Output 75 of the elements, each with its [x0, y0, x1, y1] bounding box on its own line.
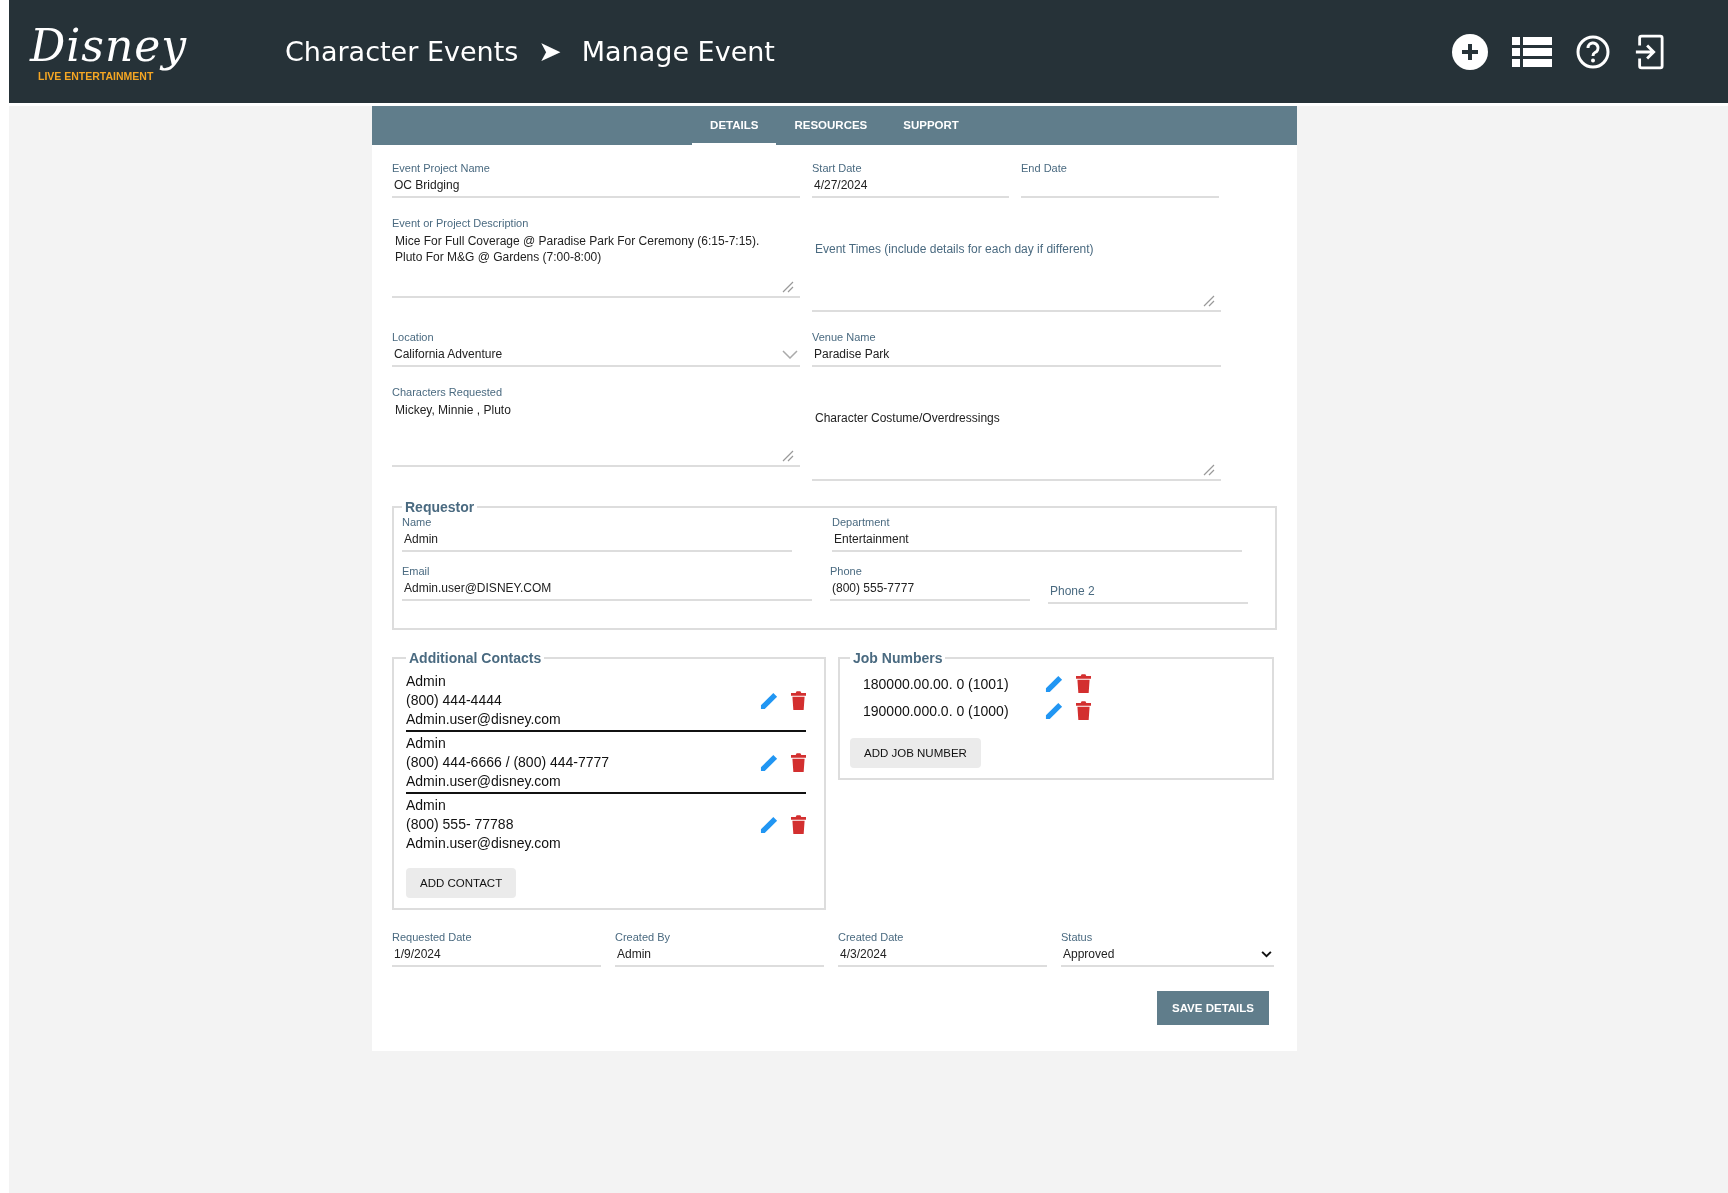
input-field[interactable]: 4/27/2024: [812, 175, 1009, 198]
field-label: Requested Date: [392, 930, 473, 944]
contact-email: Admin.user@disney.com: [406, 772, 562, 791]
tab[interactable]: DETAILS: [692, 106, 777, 145]
trash-icon[interactable]: [791, 815, 806, 834]
edit-icon[interactable]: [760, 815, 779, 834]
text-area[interactable]: Mickey, Minnie , Pluto: [392, 399, 800, 467]
trash-icon[interactable]: [791, 691, 806, 710]
contact-name: Admin: [406, 734, 447, 753]
input-field[interactable]: Paradise Park: [812, 344, 1221, 367]
contact-phone: (800) 444-6666 / (800) 444-7777: [406, 753, 611, 772]
field-label: Location: [392, 330, 435, 344]
group-title: Additional Contacts: [408, 650, 543, 666]
logout-icon[interactable]: [1634, 33, 1664, 70]
field-label: Start Date: [812, 161, 863, 175]
tab[interactable]: RESOURCES: [776, 106, 886, 145]
input-field[interactable]: 1/9/2024: [392, 944, 601, 967]
add-contact-button[interactable]: ADD CONTACT: [406, 868, 517, 898]
input-field[interactable]: Phone 2: [1048, 578, 1248, 604]
edit-icon[interactable]: [1045, 701, 1064, 720]
group-title: Job Numbers: [852, 650, 944, 666]
logo: Disney LIVE ENTERTAINMENT: [30, 21, 189, 82]
help-icon[interactable]: [1576, 34, 1610, 69]
input-field[interactable]: Admin.user@DISNEY.COM: [402, 578, 812, 601]
input-field[interactable]: Entertainment: [832, 529, 1242, 552]
field-label: Event Project Name: [392, 161, 491, 175]
tab[interactable]: SUPPORT: [885, 106, 977, 145]
field-label: Characters Requested: [392, 385, 504, 399]
field-label: Event or Project Description: [392, 216, 530, 230]
text-area[interactable]: Character Costume/Overdressings: [812, 399, 1221, 481]
field-label: Email: [402, 564, 431, 578]
edit-icon[interactable]: [1045, 674, 1064, 693]
contact-phone: (800) 555- 77788: [406, 815, 515, 834]
text-area[interactable]: Mice For Full Coverage @ Paradise Park For Ceremony (6:15-7:15). Pluto For M&G @ Gardens (7:00-8:00): [392, 230, 800, 298]
edit-icon[interactable]: [760, 753, 779, 772]
input-field[interactable]: 4/3/2024: [838, 944, 1047, 967]
input-field[interactable]: OC Bridging: [392, 175, 800, 198]
group-title: Requestor: [404, 499, 476, 515]
save-details-button[interactable]: SAVE DETAILS: [1157, 991, 1269, 1025]
field-label: Phone: [830, 564, 863, 578]
breadcrumb-separator: ➤: [538, 35, 562, 68]
resize-handle-icon[interactable]: [1203, 464, 1215, 476]
dropdown-field[interactable]: Approved: [1061, 944, 1274, 967]
input-field[interactable]: Admin: [615, 944, 824, 967]
contact-phone: (800) 444-4444: [406, 691, 503, 710]
dropdown-field[interactable]: California Adventure: [392, 344, 800, 367]
input-field[interactable]: Admin: [402, 529, 792, 552]
edit-icon[interactable]: [760, 691, 779, 710]
add-icon[interactable]: [1452, 33, 1488, 70]
trash-icon[interactable]: [791, 753, 806, 772]
contact-name: Admin: [406, 796, 447, 815]
trash-icon[interactable]: [1076, 701, 1091, 720]
contact-email: Admin.user@disney.com: [406, 834, 562, 853]
list-icon[interactable]: [1512, 36, 1552, 67]
field-label: Department: [832, 515, 891, 529]
chevron-down-icon[interactable]: [1261, 950, 1272, 958]
trash-icon[interactable]: [1076, 674, 1091, 693]
input-field[interactable]: (800) 555-7777: [830, 578, 1030, 601]
text-area[interactable]: Event Times (include details for each day if different): [812, 230, 1221, 312]
contact-name: Admin: [406, 672, 447, 691]
field-label: End Date: [1021, 161, 1068, 175]
field-label: Created Date: [838, 930, 905, 944]
field-label: Name: [402, 515, 433, 529]
field-label: Status: [1061, 930, 1094, 944]
resize-handle-icon[interactable]: [1203, 295, 1215, 307]
field-label: Created By: [615, 930, 672, 944]
contact-email: Admin.user@disney.com: [406, 710, 562, 729]
job-number: 190000.000.0. 0 (1000): [863, 702, 1010, 719]
add-job-number-button[interactable]: ADD JOB NUMBER: [850, 738, 981, 768]
resize-handle-icon[interactable]: [782, 450, 794, 462]
field-label: Venue Name: [812, 330, 877, 344]
breadcrumb-item[interactable]: Character Events: [285, 36, 519, 67]
job-number: 180000.00.00. 0 (1001): [863, 675, 1010, 692]
resize-handle-icon[interactable]: [782, 281, 794, 293]
breadcrumb-item: Manage Event: [581, 36, 775, 67]
